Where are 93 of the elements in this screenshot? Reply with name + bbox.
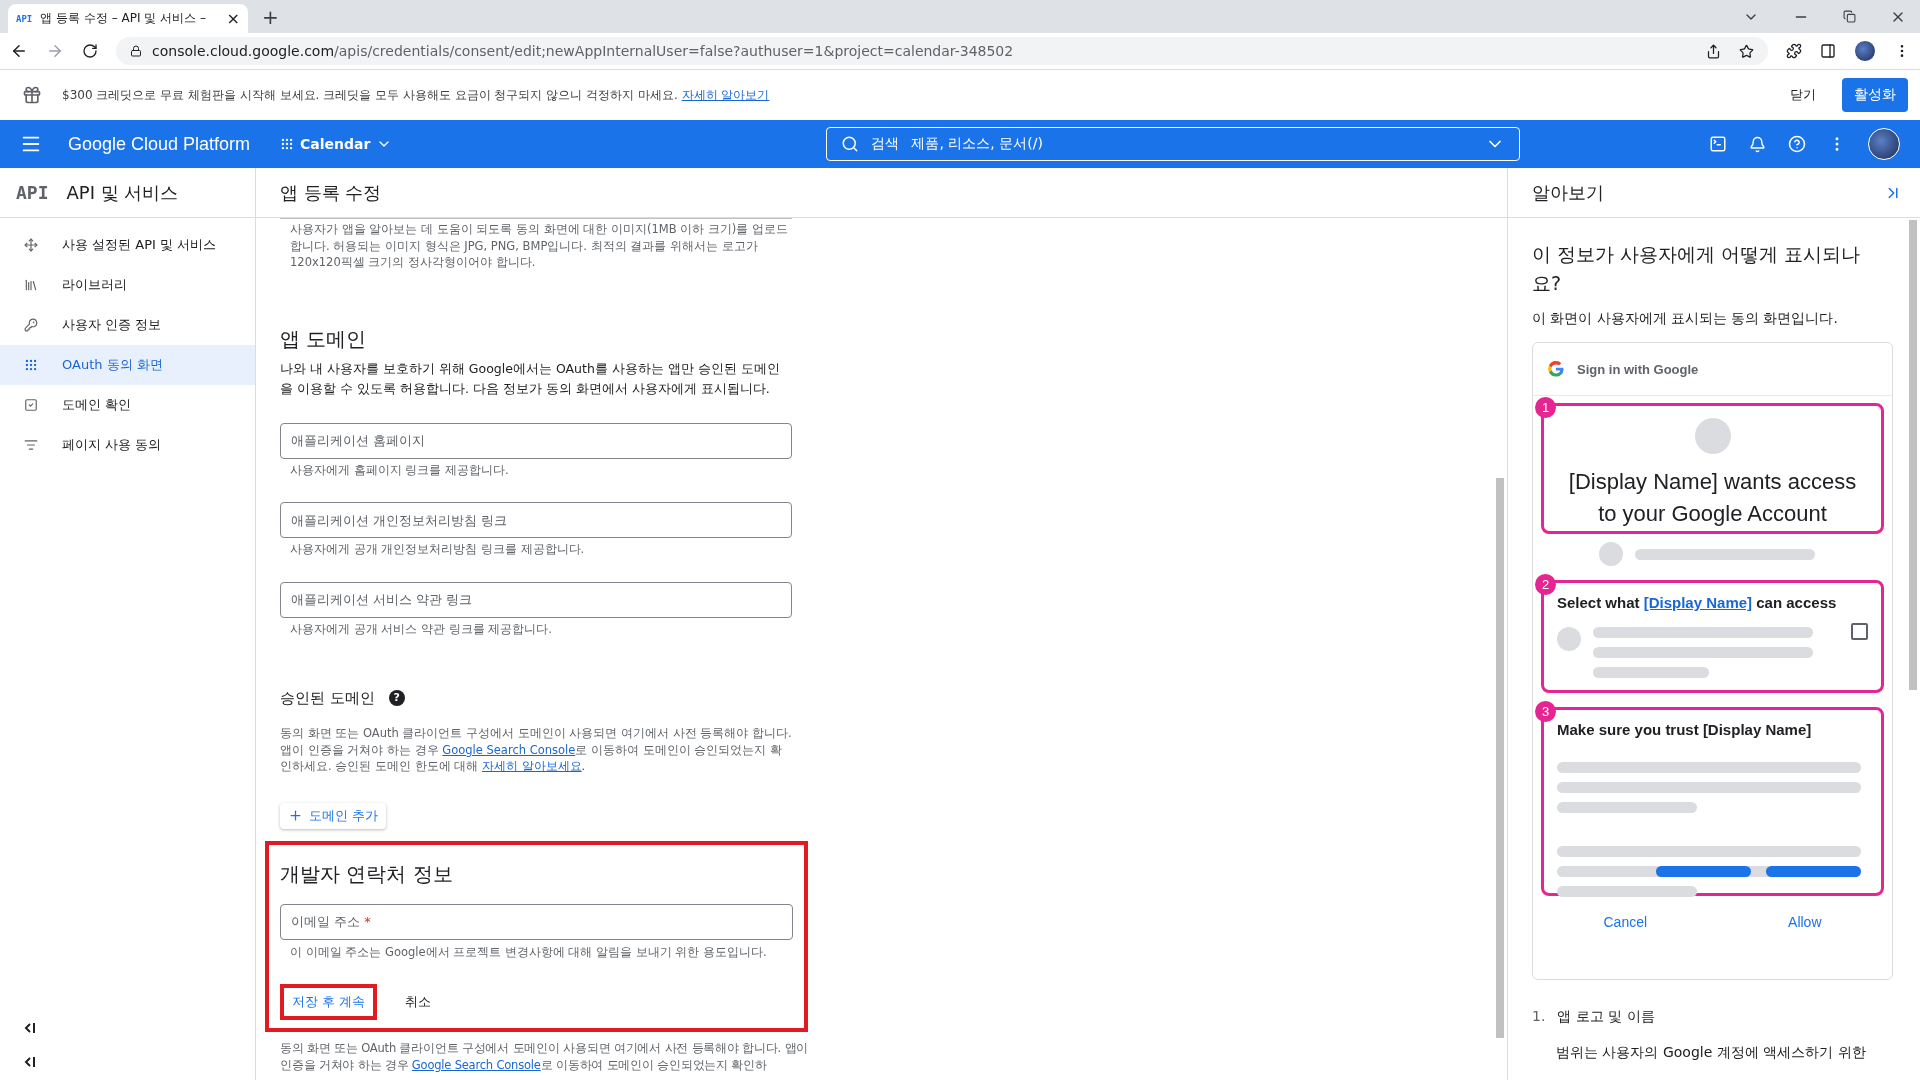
back-icon[interactable] xyxy=(10,42,28,60)
api-logo: API xyxy=(16,182,49,203)
panel-title: 알아보기 xyxy=(1532,180,1604,205)
gift-icon xyxy=(22,85,42,105)
avatar-placeholder xyxy=(1557,627,1581,651)
list-item-title: 앱 로고 및 이름 xyxy=(1557,1008,1655,1026)
section-description: 동의 화면 또는 OAuth 클라이언트 구성에서 도메인이 사용되면 여기에서 사전 등록해야 합니다. 앱이 인증을 거쳐야 하는 경우 Google Search Console로 이동하여 도메인이 승인되었는지 확인하 xyxy=(280,1040,810,1073)
checkbox-icon xyxy=(24,398,38,412)
step-badge: 1 xyxy=(1535,397,1556,418)
learn-more-link[interactable]: 자세히 알아보기 xyxy=(681,87,770,102)
allow-button[interactable]: Allow xyxy=(1782,913,1828,931)
project-picker[interactable]: Calendar xyxy=(274,135,399,153)
collapse-icon[interactable] xyxy=(24,1056,36,1068)
profile-avatar[interactable] xyxy=(1854,40,1876,62)
panel-question: 이 정보가 사용자에게 어떻게 표시되나요? xyxy=(1532,242,1862,296)
email-field[interactable]: 이메일 주소 * xyxy=(280,903,793,940)
tab-title: 앱 등록 수정 – API 및 서비스 – xyxy=(40,10,207,27)
sidebar-item[interactable]: OAuth 동의 화면 xyxy=(0,345,255,385)
section-heading: 앱 도메인 xyxy=(280,325,368,353)
input-field[interactable]: 애플리케이션 홈페이지 xyxy=(280,422,792,459)
dismiss-button[interactable]: 닫기 xyxy=(1784,85,1822,105)
sidebar-item[interactable]: 사용자 인증 정보 xyxy=(0,305,255,345)
step-title: Make sure you trust [Display Name] xyxy=(1557,720,1813,740)
product-name[interactable]: Google Cloud Platform xyxy=(68,133,251,155)
activate-button[interactable]: 활성화 xyxy=(1842,78,1908,112)
link[interactable]: [Display Name] xyxy=(1643,594,1753,611)
section-heading: 승인된 도메인 xyxy=(280,688,375,709)
search-field[interactable]: 검색 제품, 리소스, 문서(/) xyxy=(826,127,1521,161)
save-continue-button[interactable]: 저장 후 계속 xyxy=(280,984,378,1020)
step-title: Select what [Display Name] can access xyxy=(1557,593,1838,613)
sidebar-item[interactable]: 페이지 사용 동의 xyxy=(0,425,255,465)
restore-icon[interactable] xyxy=(1843,10,1856,23)
panel-subtitle: 이 화면이 사용자에게 표시되는 동의 화면입니다. xyxy=(1532,309,1839,328)
sidebar-item[interactable]: 도메인 확인 xyxy=(0,385,255,425)
input-field[interactable]: 애플리케이션 서비스 약관 링크 xyxy=(280,581,792,618)
share-icon[interactable] xyxy=(1706,43,1721,59)
help-icon[interactable]: ? xyxy=(388,690,405,706)
browser-tab[interactable]: API 앱 등록 수정 – API 및 서비스 – × xyxy=(8,4,248,33)
step-badge: 3 xyxy=(1535,701,1556,722)
bell-icon[interactable] xyxy=(1749,135,1766,153)
new-tab-button[interactable]: + xyxy=(256,4,285,29)
step-title: [Display Name] wants access to your Google Account xyxy=(1567,468,1858,528)
page-title: 앱 등록 수정 xyxy=(280,180,382,205)
move-icon xyxy=(24,238,38,252)
scrollbar[interactable] xyxy=(1909,220,1917,690)
tab-close-button[interactable]: × xyxy=(226,9,240,28)
field-helper: 이 이메일 주소는 Google에서 프로젝트 변경사항에 대해 알림을 보내기 위한 용도입니다. xyxy=(290,943,768,960)
account-avatar[interactable] xyxy=(1868,128,1900,160)
grid-icon xyxy=(24,358,38,372)
lock-icon xyxy=(130,45,142,57)
scrollbar[interactable] xyxy=(1496,478,1504,1038)
field-helper: 사용자에게 홈페이지 링크를 제공합니다. xyxy=(290,461,510,478)
reload-icon[interactable] xyxy=(82,43,98,59)
step-badge: 2 xyxy=(1535,574,1556,595)
section-heading: 개발자 연락처 정보 xyxy=(280,860,454,888)
list-settings-icon xyxy=(24,438,38,452)
address-bar[interactable]: console.cloud.google.com/apis/credentials/consent/edit;newAppInternalUser=false?authuser=1&project=calendar-348502 xyxy=(116,37,1768,65)
library-icon xyxy=(24,278,38,292)
collapse-icon[interactable] xyxy=(24,1022,36,1034)
input-field[interactable]: 애플리케이션 개인정보처리방침 링크 xyxy=(280,502,792,538)
plus-icon xyxy=(288,808,303,823)
dots-icon xyxy=(280,137,295,151)
sidebar-item[interactable]: 라이브러리 xyxy=(0,265,255,305)
field-helper: 사용자에게 공개 개인정보처리방침 링크를 제공합니다. xyxy=(290,541,586,558)
add-domain-button[interactable]: 도메인 추가 xyxy=(280,802,387,829)
field-helper: 사용자에게 공개 서비스 약관 링크를 제공합니다. xyxy=(290,620,553,637)
terminal-icon[interactable] xyxy=(1709,135,1727,153)
link[interactable]: Google Search Console xyxy=(442,742,576,757)
link[interactable]: Google Search Console xyxy=(411,1057,541,1072)
sidebar-title: API 및 서비스 xyxy=(66,180,179,205)
side-panel-icon[interactable] xyxy=(1820,43,1836,59)
preview-header: Sign in with Google xyxy=(1577,361,1699,377)
cancel-button[interactable]: Cancel xyxy=(1597,913,1654,931)
search-icon xyxy=(841,135,860,153)
forward-icon[interactable] xyxy=(46,42,64,60)
avatar-placeholder xyxy=(1694,418,1731,454)
banner-text: $300 크레딧으로 무료 체험판을 시작해 보세요. 크레딧을 모두 사용해도 요금이 청구되지 않으니 걱정하지 마세요. 자세히 알아보기 xyxy=(62,86,770,104)
avatar-placeholder xyxy=(1599,542,1623,566)
scope-text: 범위는 사용자의 Google 계정에 액세스하기 위한 xyxy=(1556,1044,1867,1062)
checkbox[interactable] xyxy=(1851,623,1868,640)
section-description: 동의 화면 또는 OAuth 클라이언트 구성에서 도메인이 사용되면 여기에서 사전 등록해야 합니다. 앱이 인증을 거쳐야 하는 경우 Google Search Console로 이동하여 도메인이 승인되었는지 확인하세요. 승인된 도메인 한도에 대해 자세히 알아보세요. xyxy=(280,725,792,775)
logo-hint: 사용자가 앱을 알아보는 데 도움이 되도록 동의 화면에 대한 이미지(1MB 이하 크기)를 업로드합니다. 허용되는 이미지 형식은 JPG, PNG, BMP입니다. 최적의 결과를 위해서는 로고가 120x120픽셀 크기의 정사각형이어야 합니다. xyxy=(290,221,789,271)
list-number: 1. xyxy=(1532,1008,1546,1026)
key-icon xyxy=(24,318,38,332)
google-logo-icon xyxy=(1547,360,1565,378)
favicon: API xyxy=(16,13,33,24)
help-icon[interactable] xyxy=(1788,135,1806,153)
star-icon[interactable] xyxy=(1739,43,1754,59)
sidebar-item[interactable]: 사용 설정된 API 및 서비스 xyxy=(0,225,255,265)
section-description: 나와 내 사용자를 보호하기 위해 Google에서는 OAuth를 사용하는 앱만 승인된 도메인을 이용할 수 있도록 허용합니다. 다음 정보가 동의 화면에서 사용자에게 표시됩니다. xyxy=(280,359,781,398)
extensions-icon[interactable] xyxy=(1786,43,1802,59)
link[interactable]: 자세히 알아보세요 xyxy=(481,759,582,773)
cancel-button[interactable]: 취소 xyxy=(399,992,438,1012)
